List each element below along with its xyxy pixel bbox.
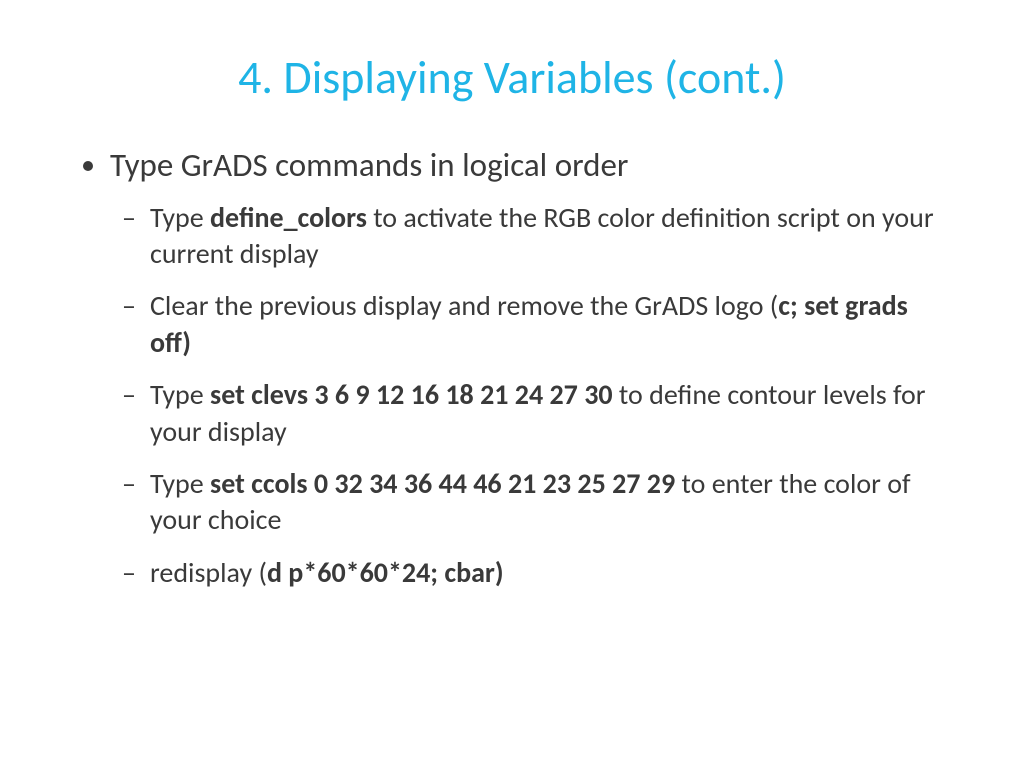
list-item: Clear the previous display and remove th… [150, 288, 954, 361]
slide: 4. Displaying Variables (cont.) Type GrA… [0, 0, 1024, 647]
text-run: Type [150, 377, 210, 412]
list-item: Type GrADS commands in logical order Typ… [110, 146, 954, 591]
command-text: set clevs 3 6 9 12 16 18 21 24 27 30 [210, 377, 613, 412]
slide-title: 4. Displaying Variables (cont.) [70, 50, 954, 106]
text-run: Type [150, 466, 210, 501]
command-text: define_colors [210, 200, 367, 235]
text-run: redisplay ( [150, 555, 267, 590]
bullet-text: Type GrADS commands in logical order [110, 145, 628, 185]
command-text: set ccols 0 32 34 36 44 46 21 23 25 27 2… [210, 466, 675, 501]
list-item: Type define_colors to activate the RGB c… [150, 200, 954, 273]
list-item: Type set ccols 0 32 34 36 44 46 21 23 25… [150, 466, 954, 539]
text-run: Type [150, 200, 210, 235]
list-item: Type set clevs 3 6 9 12 16 18 21 24 27 3… [150, 377, 954, 450]
bullet-list: Type GrADS commands in logical order Typ… [70, 146, 954, 591]
list-item: redisplay (d p*60*60*24; cbar) [150, 555, 954, 591]
sub-bullet-list: Type define_colors to activate the RGB c… [110, 200, 954, 592]
text-run: Clear the previous display and remove th… [150, 288, 778, 323]
command-text: d p*60*60*24; cbar) [267, 555, 504, 590]
